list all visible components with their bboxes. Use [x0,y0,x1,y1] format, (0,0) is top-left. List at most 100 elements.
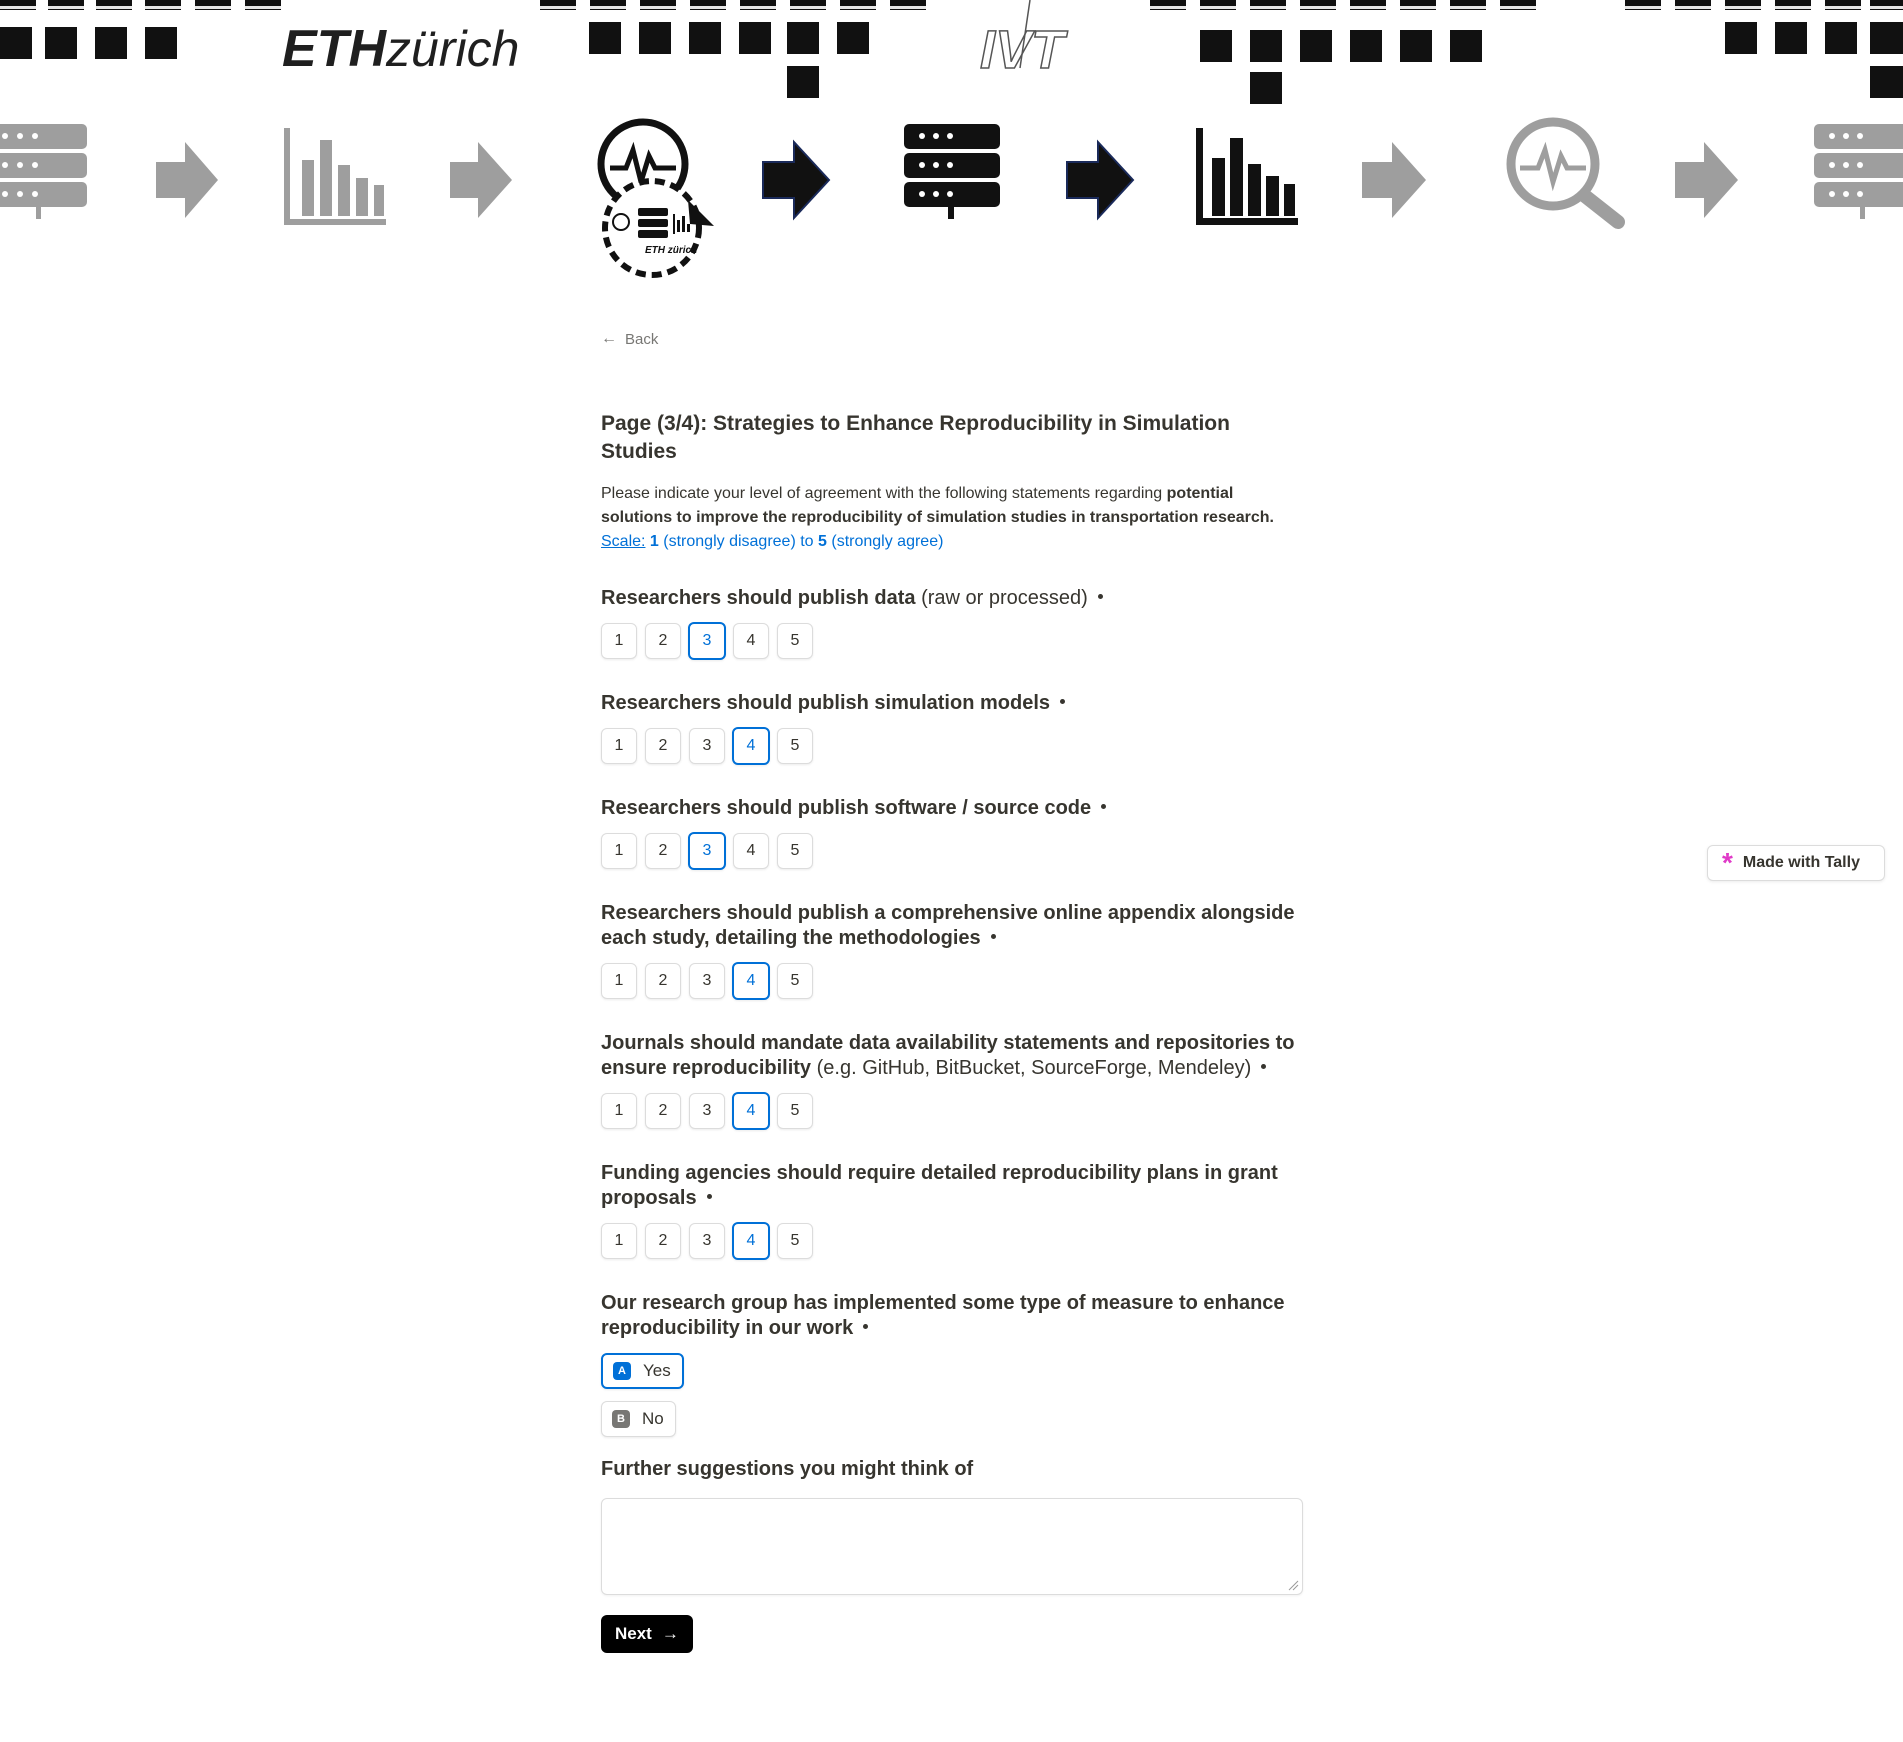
svg-text:IVT: IVT [980,20,1068,80]
rating-option-5[interactable]: 5 [777,963,813,999]
rating-option-4[interactable]: 4 [733,623,769,659]
rating-option-4[interactable]: 4 [732,1222,770,1260]
rating-option-1[interactable]: 1 [601,1093,637,1129]
rating-question: Funding agencies should require detailed… [601,1161,1303,1260]
header-banner: ETH zürich IVT ETH zürich [0,0,1903,290]
tally-label: Made with Tally [1742,854,1860,871]
rating-option-5[interactable]: 5 [777,728,813,764]
rating-option-4[interactable]: 4 [732,727,770,765]
rating-option-2[interactable]: 2 [645,728,681,764]
rating-option-4[interactable]: 4 [732,1092,770,1130]
next-label: Next [615,1624,652,1643]
project-badge-icon: ETH zürich [597,118,714,278]
rating-question: Researchers should publish simulation mo… [601,691,1303,765]
page-title: Page (3/4): Strategies to Enhance Reprod… [601,412,1230,463]
rating-option-5[interactable]: 5 [777,833,813,869]
tally-asterisk-icon: * [1722,847,1733,878]
ivt-logo: IVT [979,0,1069,81]
magnifier-pulse-icon [1506,117,1625,229]
server-icon [904,124,1000,219]
question-title: Researchers should publish simulation mo… [601,691,1303,716]
question-title: Researchers should publish data (raw or … [601,586,1303,611]
choice-label: Yes [643,1361,671,1380]
rating-option-1[interactable]: 1 [601,623,637,659]
question-title-text: Researchers should publish software / so… [601,797,1092,819]
intro-text: Please indicate your level of agreement … [601,482,1303,530]
choice-label: No [642,1409,664,1428]
rating-scale: 12345 [601,832,1303,870]
rating-option-5[interactable]: 5 [777,623,813,659]
rating-option-2[interactable]: 2 [645,1093,681,1129]
rating-option-2[interactable]: 2 [645,833,681,869]
choice-group: A Yes B No [601,1353,1303,1437]
svg-text:ETH zürich: ETH zürich [645,245,697,256]
survey-form: ← Back Page (3/4): Strategies to Enhance… [601,320,1303,1653]
choice-yes[interactable]: A Yes [601,1353,684,1389]
choice-no[interactable]: B No [601,1401,676,1437]
arrow-icon [1362,142,1426,218]
required-indicator [1101,804,1107,810]
server-icon [1814,124,1903,219]
rating-option-3[interactable]: 3 [689,728,725,764]
required-indicator [706,1194,712,1200]
question-title: Our research group has implemented some … [601,1291,1303,1341]
eth-zurich-logo: ETH zürich [282,20,519,78]
rating-scale: 12345 [601,1092,1303,1130]
scale-low-label: (strongly disagree) to [658,533,819,550]
svg-text:zürich: zürich [385,21,519,77]
question-title: Journals should mandate data availabilit… [601,1031,1303,1081]
required-indicator [1060,699,1065,705]
svg-text:ETH: ETH [282,20,387,78]
rating-option-3[interactable]: 3 [689,1223,725,1259]
rating-option-5[interactable]: 5 [777,1093,813,1129]
rating-option-2[interactable]: 2 [645,1223,681,1259]
rating-option-4[interactable]: 4 [733,833,769,869]
required-indicator [1097,594,1103,600]
required-indicator [990,934,996,940]
suggestions-textarea[interactable] [601,1498,1303,1595]
arrow-icon [1675,142,1738,218]
rating-option-1[interactable]: 1 [601,963,637,999]
scale-high: 5 [818,533,827,550]
rating-option-2[interactable]: 2 [645,963,681,999]
scale-word: Scale: [601,533,646,550]
arrow-icon [450,142,512,218]
question-title: Funding agencies should require detailed… [601,1161,1303,1211]
rating-question: Researchers should publish software / so… [601,796,1303,870]
rating-option-1[interactable]: 1 [601,728,637,764]
rating-scale: 12345 [601,962,1303,1000]
resize-grip-icon[interactable] [1287,1579,1299,1591]
rating-question: Researchers should publish a comprehensi… [601,901,1303,1000]
intro-plain: Please indicate your level of agreement … [601,485,1167,502]
question-title-note: (raw or processed) [915,587,1088,609]
rating-option-4[interactable]: 4 [732,962,770,1000]
rating-option-3[interactable]: 3 [689,963,725,999]
rating-scale: 12345 [601,1222,1303,1260]
rating-option-5[interactable]: 5 [777,1223,813,1259]
next-button[interactable]: Next → [601,1615,693,1653]
made-with-tally-badge[interactable]: * Made with Tally [1707,845,1885,881]
question-title-text: Funding agencies should require detailed… [601,1162,1278,1209]
arrow-icon [762,139,831,221]
question-title: Researchers should publish software / so… [601,796,1303,821]
question-title: Researchers should publish a comprehensi… [601,901,1303,951]
arrow-icon [156,142,218,218]
required-indicator [863,1324,869,1330]
rating-question: Journals should mandate data availabilit… [601,1031,1303,1130]
banner-graphic: ETH zürich IVT ETH zürich [0,0,1903,278]
question-title-text: Our research group has implemented some … [601,1292,1285,1339]
rating-option-2[interactable]: 2 [645,623,681,659]
rating-option-3[interactable]: 3 [689,1093,725,1129]
rating-option-3[interactable]: 3 [688,622,726,660]
scale-explanation: Scale: 1 (strongly disagree) to 5 (stron… [601,530,1303,554]
scale-high-label: (strongly agree) [826,533,944,550]
rating-questions: Researchers should publish data (raw or … [601,586,1303,1260]
suggestions-question: Further suggestions you might think of [601,1457,1303,1595]
arrow-left-icon: ← [601,330,617,347]
rating-option-1[interactable]: 1 [601,833,637,869]
rating-scale: 12345 [601,622,1303,660]
back-button[interactable]: ← Back [601,320,1303,358]
rating-option-3[interactable]: 3 [688,832,726,870]
key-badge: B [612,1410,630,1428]
rating-option-1[interactable]: 1 [601,1223,637,1259]
